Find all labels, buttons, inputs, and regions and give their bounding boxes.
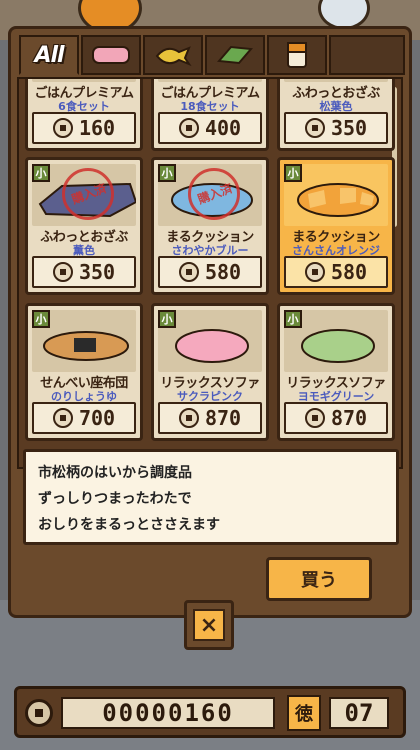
- item-card[interactable]: 小 購入済 ふわっとおざぶ 薫色 350: [25, 157, 143, 295]
- item-price: 870: [284, 402, 388, 434]
- size-badge: 小: [32, 310, 50, 328]
- coin-icon: [178, 118, 199, 138]
- item-price: 870: [158, 402, 262, 434]
- item-card[interactable]: 小 せんべい座布団 のりしょうゆ 700: [25, 303, 143, 441]
- coin-icon: [52, 262, 73, 282]
- size-badge: 小: [158, 164, 176, 182]
- coin-icon: [52, 118, 73, 138]
- toku-icon: 徳: [287, 695, 321, 731]
- coin-icon: [178, 262, 199, 282]
- item-card[interactable]: 小 リラックスソファ ヨモギグリーン 870: [277, 303, 395, 441]
- sold-stamp: 購入済: [62, 168, 114, 220]
- sold-stamp: 購入済: [188, 168, 240, 220]
- toku-counter: 07: [329, 697, 389, 729]
- item-description: 市松柄のはいから調度品 ずっしりつまったわたで おしりをまるっとささえます: [23, 449, 399, 545]
- item-price: 580: [284, 256, 388, 288]
- toy-icon: [155, 46, 192, 67]
- coin-icon: [304, 262, 325, 282]
- tab-boxes[interactable]: [267, 35, 327, 75]
- category-tabs: All: [19, 35, 407, 75]
- coin-icon: [25, 699, 53, 727]
- close-button[interactable]: ×: [184, 600, 234, 650]
- item-card[interactable]: 小 購入済 まるクッション さわやかブルー 580: [151, 157, 269, 295]
- item-price: 580: [158, 256, 262, 288]
- item-grid: ごはんプレミアム 6食セット 160 ごはんプレミアム 18食セット 400 ふ…: [17, 77, 403, 469]
- item-card[interactable]: 小 リラックスソファ サクラピンク 870: [151, 303, 269, 441]
- size-badge: 小: [284, 164, 302, 182]
- wallet-bar: 00000160 徳 07: [14, 686, 406, 738]
- size-badge: 小: [32, 164, 50, 182]
- item-card-selected[interactable]: 小 まるクッション さんさんオレンジ 580: [277, 157, 395, 295]
- item-card[interactable]: ごはんプレミアム 18食セット 400: [151, 79, 269, 151]
- tab-toys[interactable]: [143, 35, 203, 75]
- item-price: 160: [32, 112, 136, 144]
- mat-icon: [216, 45, 254, 65]
- item-price: 400: [158, 112, 262, 144]
- tab-all-label: All: [34, 42, 64, 68]
- item-price: 700: [32, 402, 136, 434]
- tab-empty: [329, 35, 405, 75]
- size-badge: 小: [158, 310, 176, 328]
- item-card[interactable]: ふわっとおざぶ 松葉色 350: [277, 79, 395, 151]
- tab-all[interactable]: All: [19, 35, 79, 75]
- item-price: 350: [284, 112, 388, 144]
- coin-icon: [304, 408, 325, 428]
- tab-mats[interactable]: [205, 35, 265, 75]
- coin-icon: [178, 408, 199, 428]
- size-badge: 小: [284, 310, 302, 328]
- coin-icon: [52, 408, 73, 428]
- coin-icon: [304, 118, 325, 138]
- box-icon: [287, 42, 307, 68]
- cushion-icon: [92, 46, 130, 64]
- tab-cushions[interactable]: [81, 35, 141, 75]
- description-line: おしりをまるっとささえます: [38, 517, 220, 533]
- shop-panel: All ごはんプレミアム 6食セット 160 ごはんプレミアム 18食セット 4…: [8, 26, 412, 618]
- description-line: ずっしりつまったわたで: [38, 491, 192, 507]
- description-line: 市松柄のはいから調度品: [38, 465, 192, 481]
- close-icon: ×: [193, 609, 225, 641]
- coin-counter: 00000160: [61, 697, 275, 729]
- item-card[interactable]: ごはんプレミアム 6食セット 160: [25, 79, 143, 151]
- item-price: 350: [32, 256, 136, 288]
- buy-button[interactable]: 買う: [266, 557, 372, 601]
